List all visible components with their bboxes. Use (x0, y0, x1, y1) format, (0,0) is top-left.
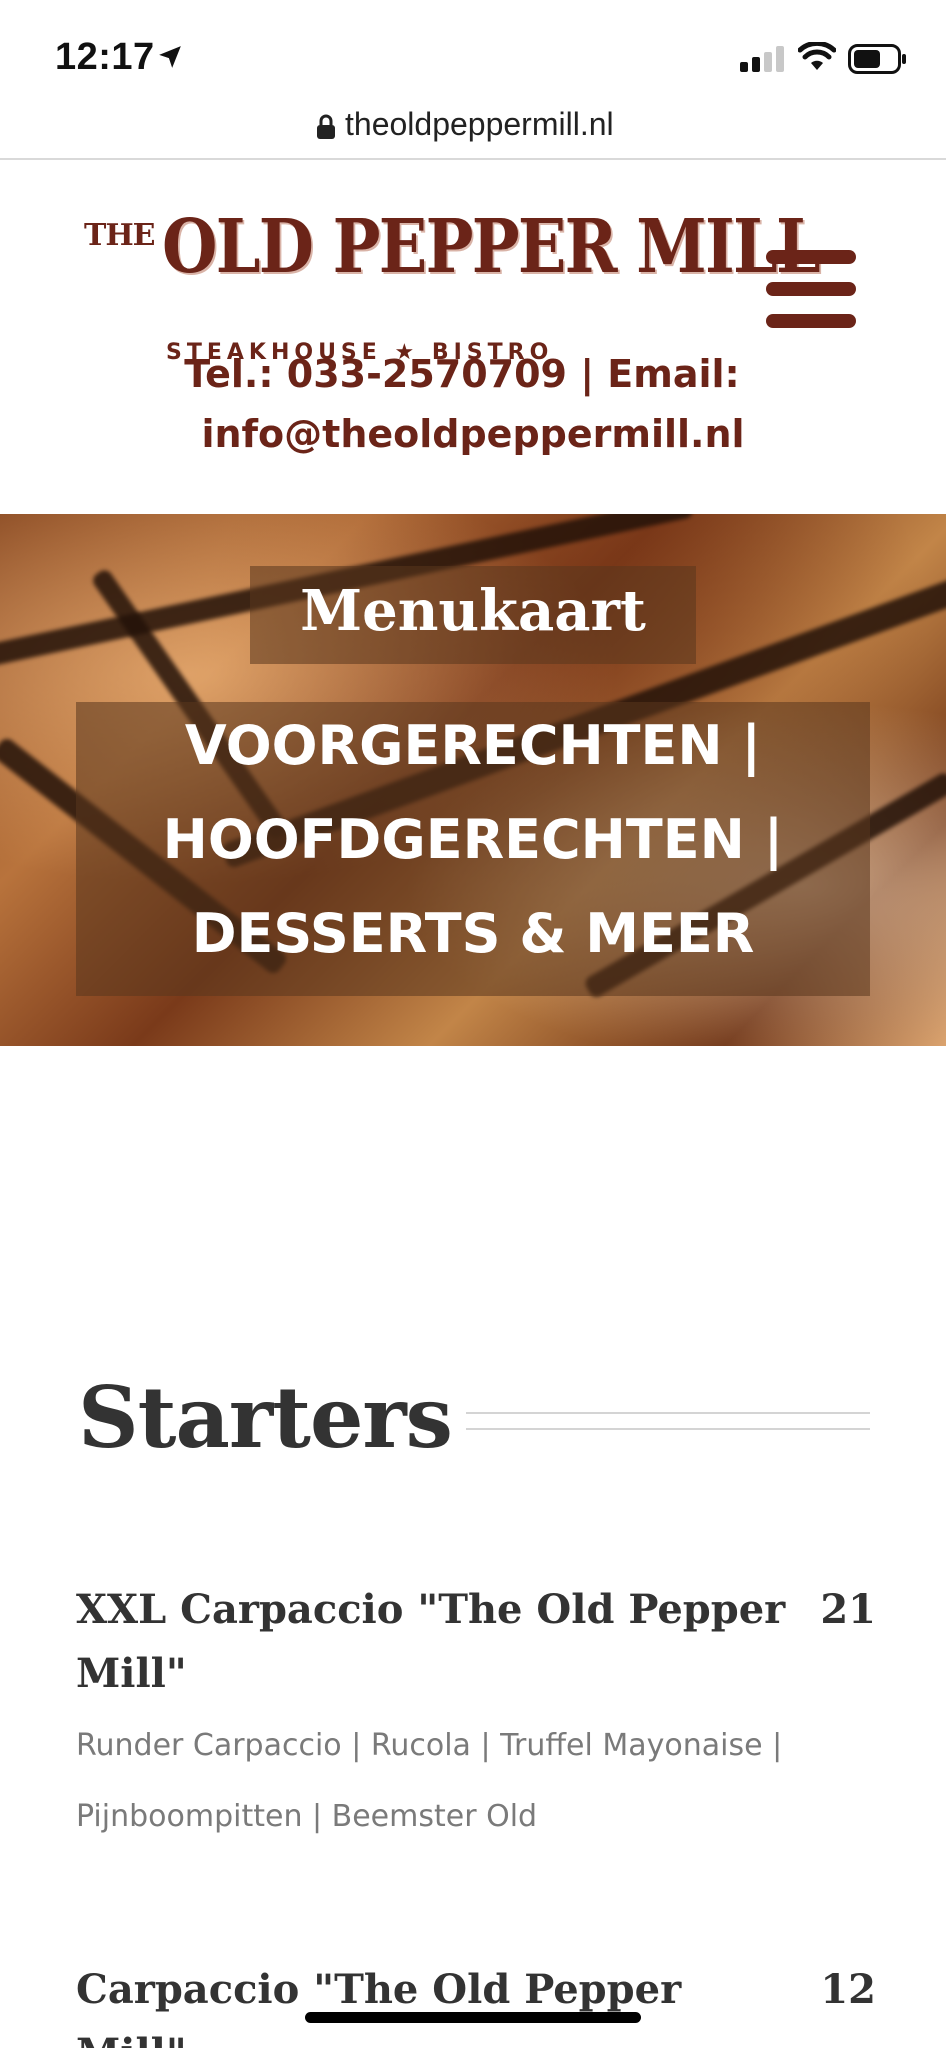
menu-item-name: XXL Carpaccio "The Old Pepper (76, 1586, 786, 1633)
location-arrow-icon (159, 46, 181, 68)
status-bar: 12:17 (0, 0, 946, 108)
menu-item-description: Runder Carpaccio | Rucola | Truffel Mayo… (76, 1728, 783, 1763)
menu-item-name: Carpaccio "The Old Pepper Mill" (76, 1966, 682, 2048)
menu-item-price: 12 (820, 1966, 876, 2013)
status-time: 12:17 (55, 36, 155, 78)
hero-title: Menukaart (300, 578, 646, 644)
hero-subtitle-line: VOORGERECHTEN | (184, 714, 762, 777)
site-header: THE OLD PEPPER MILL STEAKHOUSE ★ BISTRO … (0, 162, 946, 514)
hamburger-menu-icon[interactable] (766, 250, 858, 330)
menu-item-description-cont: Pijnboompitten | Beemster Old (76, 1799, 538, 1834)
hero-subtitle-line: HOOFDGERECHTEN | (162, 808, 784, 871)
hero-banner: Menukaart VOORGERECHTEN | HOOFDGERECHTEN… (0, 514, 946, 1046)
section-divider (466, 1412, 870, 1430)
address-bar[interactable]: theoldpeppermill.nl (0, 100, 946, 160)
menu-item-price: 21 (820, 1586, 876, 1633)
battery-icon (848, 44, 906, 74)
logo-name: OLD PEPPER MILL (162, 204, 821, 290)
site-logo[interactable]: THE OLD PEPPER MILL STEAKHOUSE ★ BISTRO (80, 204, 821, 365)
cellular-signal-icon (740, 46, 784, 72)
hero-subtitle-box: VOORGERECHTEN | HOOFDGERECHTEN | DESSERT… (76, 702, 870, 996)
section-title-starters: Starters (78, 1368, 453, 1467)
hero-title-box: Menukaart (250, 566, 696, 664)
hero-subtitle-line: DESSERTS & MEER (191, 902, 755, 965)
wifi-icon (798, 42, 836, 70)
contact-email-link[interactable]: info@theoldpeppermill.nl (0, 412, 946, 456)
home-indicator[interactable] (305, 2012, 641, 2023)
contact-phone-email[interactable]: Tel.: 033-2570709 | Email: (0, 352, 946, 396)
logo-the: THE (84, 218, 156, 253)
url-text: theoldpeppermill.nl (345, 106, 614, 142)
menu-item-name-cont: Mill" (76, 1650, 187, 1697)
lock-icon (317, 114, 335, 139)
